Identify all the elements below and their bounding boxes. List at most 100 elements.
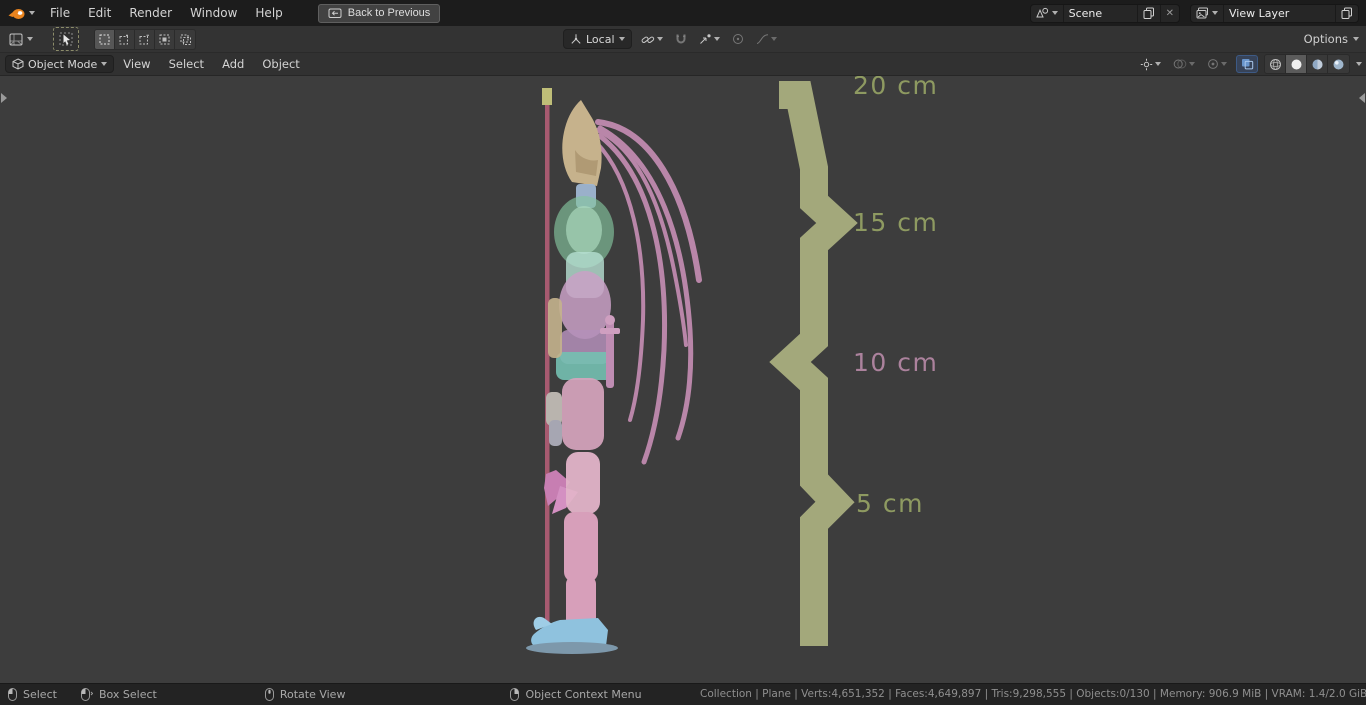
menu-add[interactable]: Add: [213, 53, 253, 76]
menu-file[interactable]: File: [41, 0, 79, 26]
topbar: File Edit Render Window Help Back to Pre…: [0, 0, 1366, 26]
active-tool-select-box-button[interactable]: [53, 27, 79, 51]
overlays-icon: [1173, 58, 1187, 70]
character-model-object[interactable]: [526, 88, 699, 654]
chain-link-icon: [641, 33, 655, 46]
toggle-xray-button[interactable]: [1236, 55, 1258, 73]
shading-dropdown-chevron[interactable]: [1356, 62, 1362, 66]
tool-settings-bar: Local: [0, 26, 1366, 53]
unlink-scene-button[interactable]: ✕: [1161, 5, 1179, 22]
select-mode-invert-button[interactable]: [155, 30, 175, 49]
shading-rendered-button[interactable]: [1328, 55, 1349, 73]
scene-selector: Scene ✕: [1030, 4, 1180, 23]
menu-edit[interactable]: Edit: [79, 0, 120, 26]
menu-object[interactable]: Object: [253, 53, 308, 76]
topbar-right-cluster: Scene ✕: [1030, 4, 1366, 23]
proportional-falloff-dropdown[interactable]: [753, 29, 780, 49]
viewport-3d[interactable]: 20 cm 15 cm 10 cm 5 cm: [0, 76, 1366, 683]
back-screen-icon: [328, 8, 342, 19]
scene-browse-button[interactable]: [1031, 5, 1064, 22]
chevron-down-icon: [1212, 11, 1218, 15]
chevron-down-icon: [771, 37, 777, 41]
shading-material-button[interactable]: [1307, 55, 1328, 73]
hint-object-context-menu: Object Context Menu: [510, 688, 641, 701]
ruler-label-15cm: 15 cm: [853, 208, 938, 237]
transform-orientation-label: Local: [586, 33, 615, 46]
duplicate-icon: [1143, 7, 1155, 19]
select-mode-set-button[interactable]: [95, 30, 115, 49]
close-icon: ✕: [1166, 8, 1174, 19]
thigh-armor: [562, 378, 604, 450]
back-to-previous-button[interactable]: Back to Previous: [318, 4, 441, 23]
menu-select[interactable]: Select: [160, 53, 213, 76]
ruler-label-20cm: 20 cm: [853, 76, 938, 100]
chevron-down-icon: [29, 11, 35, 15]
mouse-middle-icon: [265, 688, 274, 701]
chevron-down-icon: [1052, 11, 1058, 15]
shoulder-aura-inner: [566, 206, 602, 254]
view-layer-name-field[interactable]: View Layer: [1224, 5, 1336, 22]
arm-upper: [548, 298, 562, 358]
knee-armor: [566, 452, 600, 514]
hint-label: Object Context Menu: [525, 688, 641, 701]
select-mode-extend-button[interactable]: [115, 30, 135, 49]
gizmo-icon: [1140, 58, 1153, 71]
status-bar: Select Box Select Rotate View Objec: [0, 683, 1366, 705]
snap-pair-dropdown[interactable]: [638, 29, 666, 49]
hint-select: Select: [8, 688, 57, 701]
ruler-zigzag-bar[interactable]: [779, 95, 837, 646]
select-mode-subtract-button[interactable]: [135, 30, 155, 49]
select-mode-intersect-button[interactable]: [175, 30, 195, 49]
gizmos-dropdown[interactable]: [1137, 54, 1164, 74]
shading-solid-button[interactable]: [1286, 55, 1307, 73]
scene-statistics: Collection | Plane | Verts:4,651,352 | F…: [700, 684, 1366, 705]
options-dropdown[interactable]: Options: [1304, 26, 1359, 52]
object-mode-cube-icon: [12, 58, 24, 70]
view-layer-browse-button[interactable]: [1191, 5, 1224, 22]
magnet-icon: [675, 33, 687, 46]
cursor-arrow-icon: [59, 32, 73, 46]
menu-render[interactable]: Render: [120, 0, 181, 26]
hint-label: Rotate View: [280, 688, 346, 701]
toolbar-expand-arrow[interactable]: [1, 93, 7, 103]
shin-armor: [564, 512, 598, 582]
dagger-guard: [600, 328, 620, 334]
scale-ruler-object[interactable]: [779, 95, 837, 646]
hint-label: Box Select: [99, 688, 157, 701]
view-layer-selector: View Layer: [1190, 4, 1359, 23]
shading-wireframe-button[interactable]: [1265, 55, 1286, 73]
hint-box-select: Box Select: [81, 688, 157, 701]
chevron-down-icon: [27, 37, 33, 41]
menu-view[interactable]: View: [114, 53, 159, 76]
xray-icon: [1241, 58, 1254, 70]
ruler-label-10cm: 10 cm: [853, 348, 938, 377]
mode-dropdown[interactable]: Object Mode: [5, 55, 114, 73]
snap-toggle-button[interactable]: [672, 29, 690, 49]
spear-tip: [542, 88, 552, 105]
scene-icon: [1036, 7, 1049, 19]
transform-orientation-dropdown[interactable]: Local: [563, 29, 632, 49]
ribbons: [596, 122, 699, 462]
editor-type-button[interactable]: [4, 29, 38, 50]
snap-target-icon: [699, 33, 712, 45]
chevron-down-icon: [714, 37, 720, 41]
proportional-editing-toggle[interactable]: [729, 29, 747, 49]
spear-shaft: [545, 104, 550, 649]
mouse-left-icon: [8, 688, 17, 701]
snap-settings-dropdown[interactable]: [696, 29, 723, 49]
viewport-canvas[interactable]: [0, 76, 1366, 683]
app-menu-button[interactable]: [0, 7, 41, 20]
new-view-layer-button[interactable]: [1336, 5, 1358, 22]
orientation-axes-icon: [570, 33, 582, 45]
new-scene-button[interactable]: [1138, 5, 1161, 22]
circle-dot-icon: [1207, 58, 1219, 70]
sidebar-expand-arrow[interactable]: [1359, 93, 1365, 103]
viewport-header: Object Mode View Select Add Object: [0, 53, 1366, 76]
menu-window[interactable]: Window: [181, 0, 246, 26]
figure-base: [526, 642, 618, 654]
xray-settings-dropdown[interactable]: [1204, 54, 1230, 74]
overlays-dropdown[interactable]: [1170, 54, 1198, 74]
options-label: Options: [1304, 32, 1348, 46]
menu-help[interactable]: Help: [246, 0, 291, 26]
scene-name-field[interactable]: Scene: [1064, 5, 1138, 22]
